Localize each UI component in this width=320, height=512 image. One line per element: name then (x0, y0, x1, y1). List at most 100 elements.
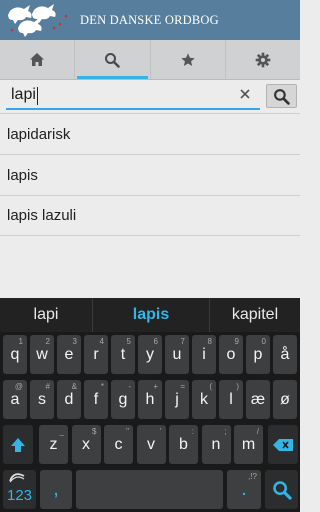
key-p[interactable]: p0 (246, 335, 270, 374)
swype-icon (9, 473, 25, 483)
suggestion-1[interactable]: lapi (0, 298, 92, 332)
key-n[interactable]: n; (201, 425, 231, 464)
key-label: o (226, 345, 236, 363)
key-y[interactable]: y6 (138, 335, 162, 374)
list-item[interactable]: lapis (0, 154, 300, 195)
search-button[interactable] (266, 84, 297, 108)
clear-icon[interactable] (238, 87, 252, 101)
search-bar: lapi (0, 81, 300, 113)
numbers-key-label: 123 (6, 487, 33, 504)
key-b[interactable]: b: (169, 425, 198, 464)
key-f[interactable]: f * (84, 380, 108, 419)
key-label: j (175, 390, 179, 408)
text-cursor (37, 87, 38, 105)
key-label: u (172, 345, 182, 363)
key-z[interactable]: z _ (39, 425, 68, 464)
key-hint: + (153, 382, 158, 391)
key-label: å (280, 345, 290, 363)
key-hint: 4 (99, 337, 104, 346)
shift-key[interactable] (3, 425, 33, 464)
list-item[interactable]: lapis lazuli (0, 195, 300, 236)
key-hint: - (128, 382, 131, 391)
key-e[interactable]: e3 (57, 335, 81, 374)
key-hint: ) (236, 382, 239, 391)
key-label: l (229, 390, 233, 408)
results-list: lapidarisk lapis lapis lazuli (0, 113, 300, 236)
key-t[interactable]: t5 (111, 335, 135, 374)
key-label: m (241, 435, 256, 453)
gear-icon (255, 52, 271, 67)
key-v[interactable]: v ' (136, 425, 166, 464)
key-h[interactable]: h + (138, 380, 162, 419)
key-label: q (10, 345, 20, 363)
key-label: y (146, 345, 154, 363)
key-w[interactable]: w2 (30, 335, 54, 374)
key-i[interactable]: i8 (192, 335, 216, 374)
key-hint: ' (159, 427, 162, 436)
key-label: d (64, 390, 74, 408)
key-hint: 2 (45, 337, 50, 346)
key-o[interactable]: o9 (219, 335, 243, 374)
key-k[interactable]: k( (192, 380, 216, 419)
key-label: ø (280, 390, 290, 408)
tab-favorites[interactable] (151, 40, 226, 79)
app-title: DEN DANSKE ORDBOG (80, 12, 219, 27)
backspace-key[interactable] (268, 425, 298, 464)
key-j[interactable]: j = (165, 380, 189, 419)
app-header: DEN DANSKE ORDBOG (0, 0, 300, 40)
key-label: n (211, 435, 221, 453)
search-icon (274, 88, 290, 105)
key-label: h (145, 390, 155, 408)
key-q[interactable]: q1 (3, 335, 27, 374)
key-g[interactable]: g- (111, 380, 135, 419)
tab-home[interactable] (0, 40, 76, 79)
key-s[interactable]: s # (30, 380, 54, 419)
key-hint: / (256, 427, 259, 436)
star-icon (180, 52, 195, 66)
search-icon (105, 52, 121, 68)
search-input[interactable]: lapi (6, 85, 260, 110)
key-å[interactable]: å (273, 335, 297, 374)
numbers-key[interactable]: 123 (3, 470, 36, 509)
tab-settings[interactable] (226, 40, 300, 79)
key-æ[interactable]: æ (246, 380, 270, 419)
list-item[interactable]: lapidarisk (0, 113, 300, 154)
key-label: w (36, 345, 48, 363)
key-label: p (253, 345, 263, 363)
key-a[interactable]: a @ (3, 380, 27, 419)
space-key[interactable] (76, 470, 223, 509)
key-m[interactable]: m / (234, 425, 263, 464)
key-x[interactable]: x $ (71, 425, 101, 464)
key-hint: # (45, 382, 50, 391)
key-label: e (64, 345, 74, 363)
key-u[interactable]: u7 (165, 335, 189, 374)
key-label: x (82, 435, 90, 453)
search-action-key[interactable] (265, 470, 298, 509)
key-r[interactable]: r4 (84, 335, 108, 374)
search-icon (272, 480, 292, 500)
key-label: b (179, 435, 188, 453)
key-d[interactable]: d & (57, 380, 81, 419)
key-hint: 5 (126, 337, 131, 346)
key-ø[interactable]: ø (273, 380, 297, 419)
tab-search[interactable] (75, 40, 151, 79)
home-icon (30, 53, 45, 66)
key-hint: 0 (261, 337, 266, 346)
key-label: æ (250, 390, 266, 408)
comma-key[interactable]: , (40, 470, 72, 509)
key-c[interactable]: c " (104, 425, 133, 464)
suggestion-3[interactable]: kapitel (210, 298, 300, 332)
key-hint: 7 (180, 337, 185, 346)
tab-bar (0, 40, 300, 80)
key-label: c (114, 435, 123, 453)
suggestion-2[interactable]: lapis (92, 298, 210, 332)
key-hint: = (180, 382, 185, 391)
shift-arrow-icon (11, 437, 25, 452)
key-label: v (147, 435, 155, 453)
period-key[interactable]: . ,!? (227, 470, 261, 509)
period-key-hint: ,!? (248, 472, 257, 481)
key-label: f (93, 390, 99, 408)
key-l[interactable]: l) (219, 380, 243, 419)
key-label: k (200, 390, 208, 408)
key-hint: * (100, 382, 104, 391)
